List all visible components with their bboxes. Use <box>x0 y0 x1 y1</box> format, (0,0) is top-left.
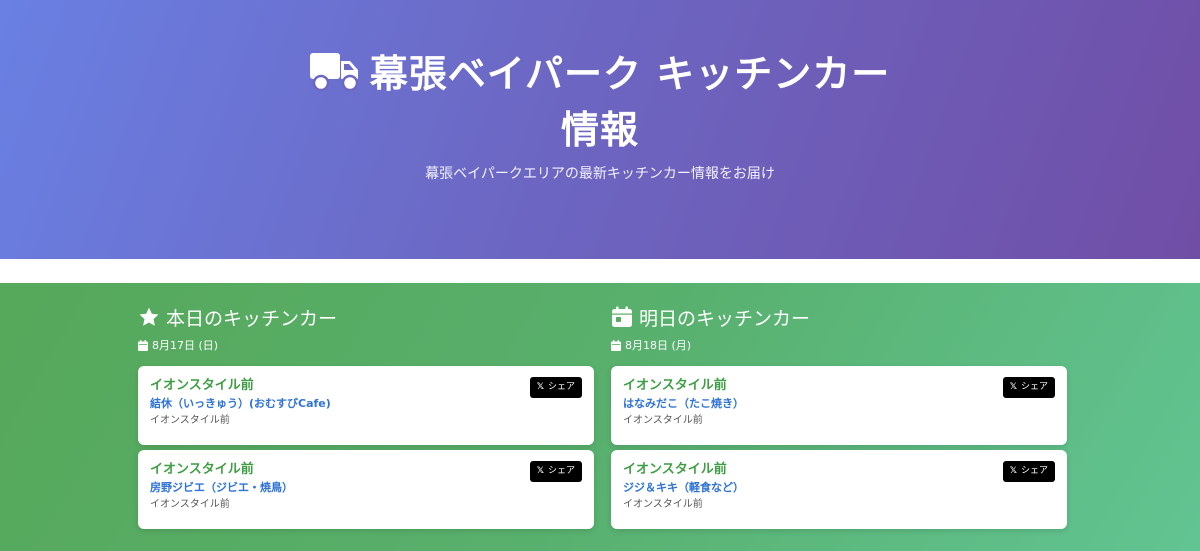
calendar-day-icon <box>612 306 632 327</box>
title-line-2: 情報 <box>560 108 639 152</box>
share-label: シェア <box>1020 466 1048 476</box>
share-x-button[interactable]: 𝕏 シェア <box>1002 461 1055 482</box>
today-heading-text: 本日のキッチンカー <box>166 307 338 330</box>
share-x-button[interactable]: 𝕏 シェア <box>529 461 582 482</box>
today-heading: 本日のキッチンカー <box>138 301 594 333</box>
kitchen-car-card: イオンスタイル前 結休（いっきゅう）(おむすびCafe) イオンスタイル前 𝕏 … <box>138 366 594 445</box>
card-place: イオンスタイル前 <box>150 499 230 510</box>
card-place: イオンスタイル前 <box>150 415 230 426</box>
page-subtitle: 幕張ベイパークエリアの最新キッチンカー情報をお届け <box>425 166 775 182</box>
card-location: イオンスタイル前 <box>150 378 254 393</box>
card-place: イオンスタイル前 <box>623 499 703 510</box>
calendar-icon <box>611 339 621 351</box>
card-vendor: 房野ジビエ（ジビエ・焼鳥） <box>150 481 293 494</box>
today-date-text: 8月17日 (日) <box>152 339 219 352</box>
x-logo-icon: 𝕏 <box>536 382 544 392</box>
share-x-button[interactable]: 𝕏 シェア <box>529 377 582 398</box>
share-label: シェア <box>547 466 575 476</box>
title-line-1: 幕張ベイパーク キッチンカー <box>369 52 891 96</box>
kitchen-car-card: イオンスタイル前 ジジ＆キキ（軽食など） イオンスタイル前 𝕏 シェア <box>611 450 1067 529</box>
truck-icon <box>309 53 358 92</box>
x-logo-icon: 𝕏 <box>1009 382 1017 392</box>
today-date: 8月17日 (日) <box>138 337 594 353</box>
card-location: イオンスタイル前 <box>150 462 254 477</box>
today-column: 本日のキッチンカー 8月17日 (日) イオンスタイル前 結休（いっきゅう）(お… <box>138 301 594 529</box>
x-logo-icon: 𝕏 <box>1009 466 1017 476</box>
kitchen-car-card: イオンスタイル前 房野ジビエ（ジビエ・焼鳥） イオンスタイル前 𝕏 シェア <box>138 450 594 529</box>
card-vendor: ジジ＆キキ（軽食など） <box>623 481 744 494</box>
tomorrow-date-text: 8月18日 (月) <box>625 339 692 352</box>
star-icon <box>139 307 159 326</box>
share-x-button[interactable]: 𝕏 シェア <box>1002 377 1055 398</box>
card-location: イオンスタイル前 <box>623 378 727 393</box>
card-vendor: はなみだこ（たこ焼き） <box>623 397 744 410</box>
x-logo-icon: 𝕏 <box>536 466 544 476</box>
card-vendor: 結休（いっきゅう）(おむすびCafe) <box>150 397 331 410</box>
divider-strip <box>0 259 1200 283</box>
kitchen-car-card: イオンスタイル前 はなみだこ（たこ焼き） イオンスタイル前 𝕏 シェア <box>611 366 1067 445</box>
tomorrow-heading: 明日のキッチンカー <box>611 301 1067 333</box>
tomorrow-column: 明日のキッチンカー 8月18日 (月) イオンスタイル前 はなみだこ（たこ焼き）… <box>611 301 1067 529</box>
tomorrow-heading-text: 明日のキッチンカー <box>639 307 811 330</box>
calendar-icon <box>138 339 148 351</box>
kitchen-car-section: 本日のキッチンカー 8月17日 (日) イオンスタイル前 結休（いっきゅう）(お… <box>0 283 1200 551</box>
page-title: 幕張ベイパーク キッチンカー 情報 <box>0 46 1200 158</box>
card-place: イオンスタイル前 <box>623 415 703 426</box>
share-label: シェア <box>1020 382 1048 392</box>
share-label: シェア <box>547 382 575 392</box>
tomorrow-date: 8月18日 (月) <box>611 337 1067 353</box>
hero-header: 幕張ベイパーク キッチンカー 情報 幕張ベイパークエリアの最新キッチンカー情報を… <box>0 0 1200 259</box>
card-location: イオンスタイル前 <box>623 462 727 477</box>
